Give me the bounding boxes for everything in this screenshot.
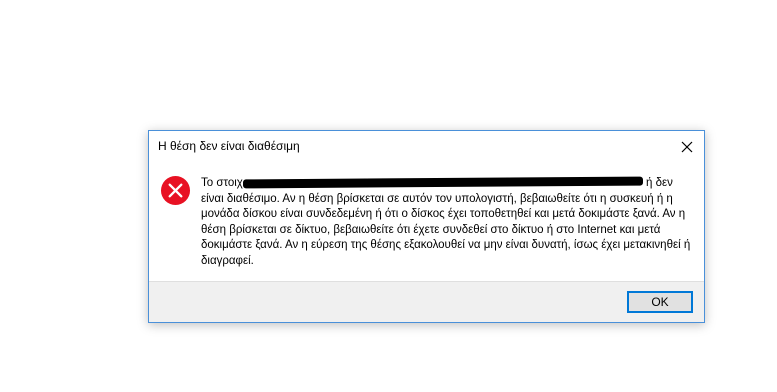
message-start: Το στοιχ — [201, 177, 243, 189]
error-icon — [160, 175, 191, 206]
error-dialog: Η θέση δεν είναι διαθέσιμη Το στοιχ ή δε… — [148, 130, 705, 323]
ok-button[interactable]: OK — [627, 291, 693, 313]
dialog-footer: OK — [149, 281, 704, 322]
dialog-body: Το στοιχ ή δεν είναι διαθέσιμο. Αν η θέσ… — [149, 162, 704, 282]
message-rest: διαθέσιμο. Αν η θέση βρίσκεται σε αυτόν … — [201, 192, 691, 267]
close-button[interactable] — [670, 131, 704, 162]
redaction-mark — [242, 177, 643, 189]
error-message: Το στοιχ ή δεν είναι διαθέσιμο. Αν η θέσ… — [201, 176, 696, 270]
dialog-title: Η θέση δεν είναι διαθέσιμη — [158, 139, 300, 153]
dialog-titlebar[interactable]: Η θέση δεν είναι διαθέσιμη — [149, 131, 704, 162]
close-icon — [681, 141, 693, 152]
